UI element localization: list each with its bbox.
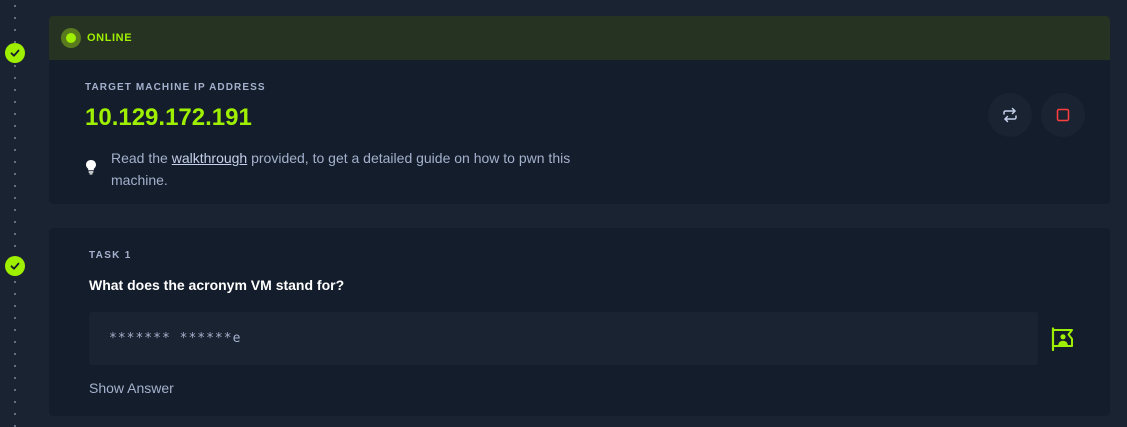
reset-machine-button[interactable] (988, 93, 1032, 137)
stop-icon (1056, 108, 1070, 122)
tip-prefix: Read the (111, 150, 172, 166)
walkthrough-tip: Read the walkthrough provided, to get a … (85, 147, 625, 191)
tip-text: Read the walkthrough provided, to get a … (111, 147, 625, 191)
hint-flag-icon[interactable] (1050, 326, 1076, 357)
task-number: TASK 1 (89, 250, 132, 261)
timeline-track (14, 0, 16, 427)
machine-status-bar: ONLINE (49, 16, 1110, 60)
lightbulb-icon (85, 147, 103, 191)
answer-input[interactable]: ******* ******e (89, 312, 1038, 365)
show-answer-link[interactable]: Show Answer (89, 380, 174, 396)
task-question: What does the acronym VM stand for? (89, 277, 345, 293)
task-card: TASK 1 What does the acronym VM stand fo… (49, 228, 1110, 416)
task-complete-check-icon (5, 256, 25, 276)
ip-address-label: TARGET MACHINE IP ADDRESS (85, 82, 266, 93)
machine-complete-check-icon (5, 43, 25, 63)
stop-machine-button[interactable] (1041, 93, 1085, 137)
machine-card: ONLINE TARGET MACHINE IP ADDRESS 10.129.… (49, 16, 1110, 204)
online-indicator-icon (61, 28, 81, 48)
ip-address-value: 10.129.172.191 (85, 104, 252, 131)
reset-icon (1003, 107, 1017, 123)
walkthrough-link[interactable]: walkthrough (172, 150, 248, 166)
machine-status: ONLINE (87, 32, 133, 44)
